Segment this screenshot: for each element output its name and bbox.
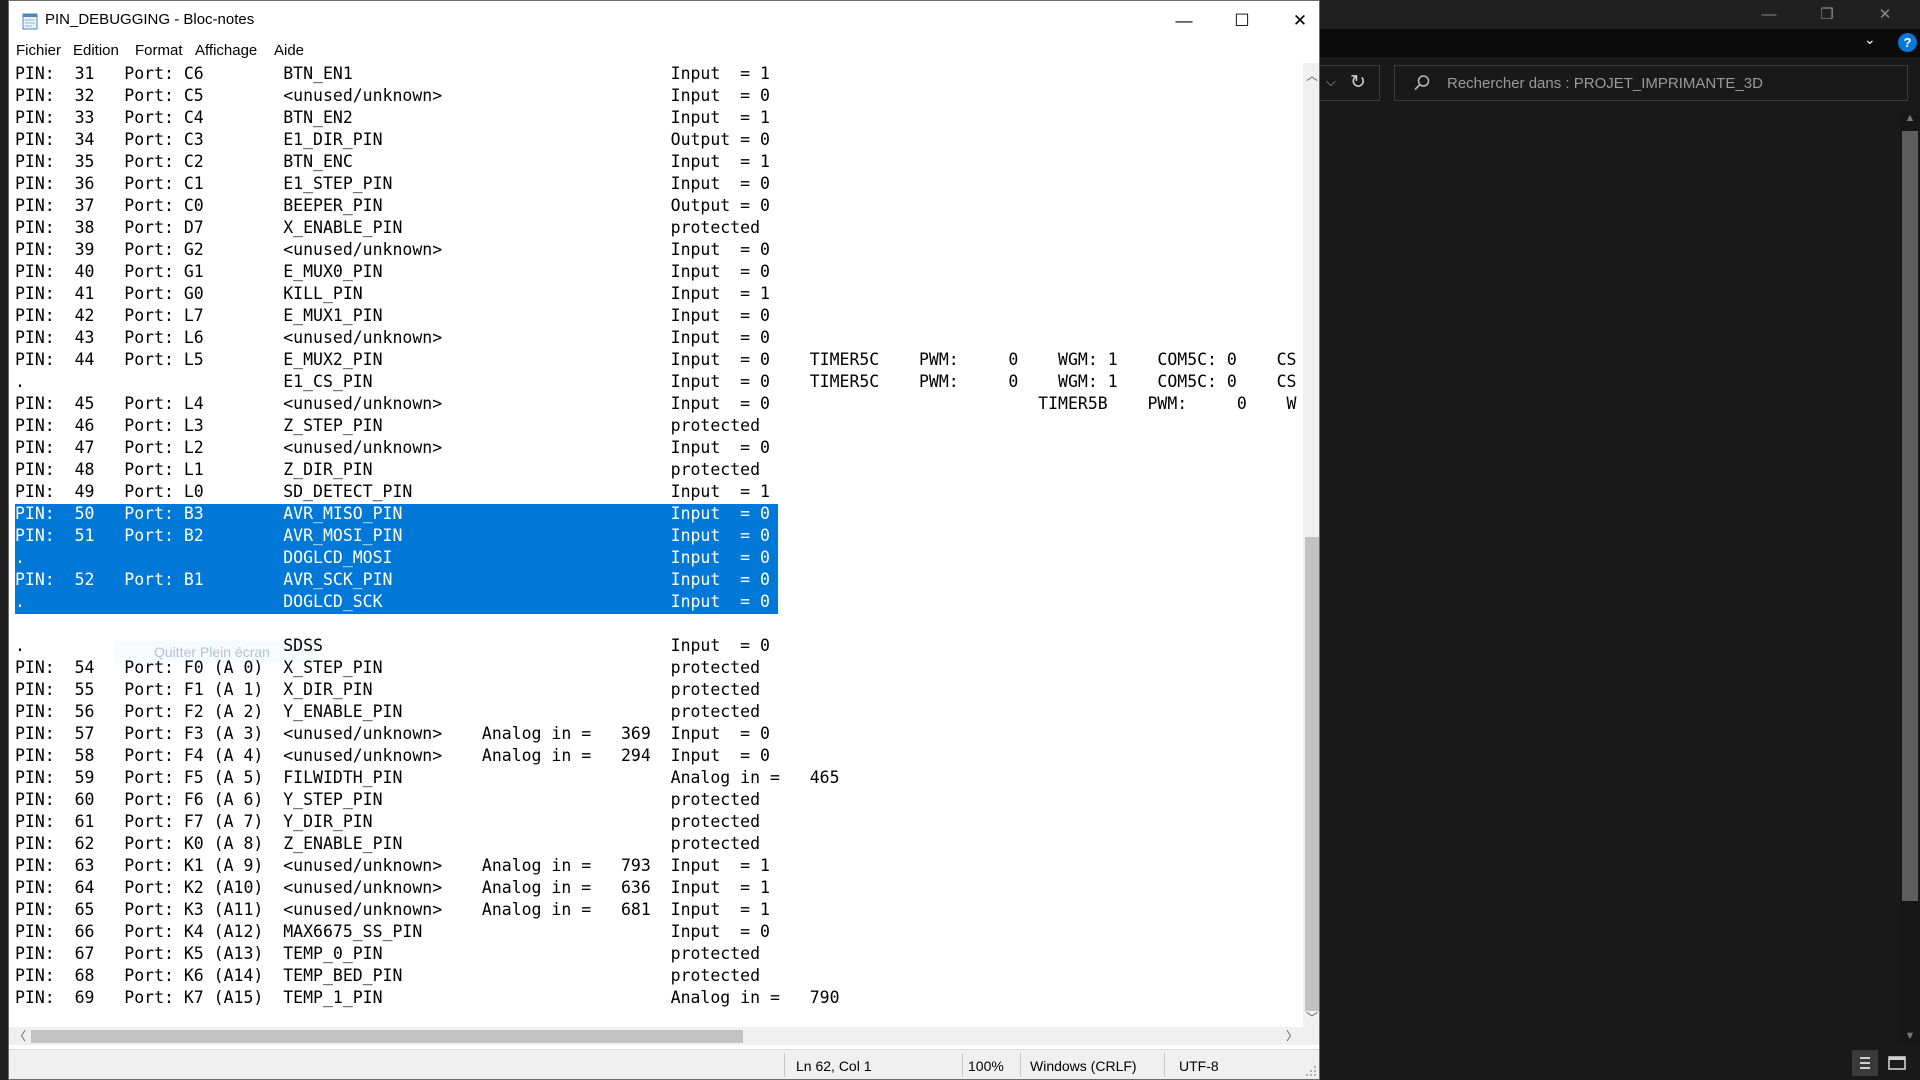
text-line: . E1_CS_PIN Input = 0 TIMER5C PWM: 0 WGM…	[15, 372, 1297, 391]
explorer-close-button[interactable]: ✕	[1856, 0, 1914, 29]
menu-fichier[interactable]: Fichier	[16, 42, 61, 59]
text-line: PIN: 57 Port: F3 (A 3) <unused/unknown> …	[15, 724, 770, 743]
search-icon	[1414, 75, 1430, 91]
text-line: PIN: 34 Port: C3 E1_DIR_PIN Output = 0	[15, 130, 770, 149]
text-line: PIN: 68 Port: K6 (A14) TEMP_BED_PIN prot…	[15, 966, 761, 985]
text-line: . SDSS Input = 0	[15, 636, 770, 655]
explorer-window: — ❐ ✕ ⌄ ? ⌵ ↻ Rechercher dans : PROJET_I…	[1320, 0, 1920, 1080]
status-divider	[784, 1053, 785, 1077]
text-line: PIN: 58 Port: F4 (A 4) <unused/unknown> …	[15, 746, 770, 765]
text-line: PIN: 42 Port: L7 E_MUX1_PIN Input = 0	[15, 306, 770, 325]
search-input[interactable]: Rechercher dans : PROJET_IMPRIMANTE_3D	[1447, 75, 1763, 92]
notepad-app-icon	[22, 13, 38, 30]
notepad-titlebar[interactable]: PIN_DEBUGGING - Bloc-notes — ☐ ✕	[9, 1, 1319, 41]
text-line: PIN: 54 Port: F0 (A 0) X_STEP_PIN protec…	[15, 658, 761, 677]
text-line: PIN: 47 Port: L2 <unused/unknown> Input …	[15, 438, 770, 457]
text-line: PIN: 48 Port: L1 Z_DIR_PIN protected	[15, 460, 761, 479]
text-line: PIN: 46 Port: L3 Z_STEP_PIN protected	[15, 416, 761, 435]
text-line: PIN: 66 Port: K4 (A12) MAX6675_SS_PIN In…	[15, 922, 770, 941]
minimize-button[interactable]: —	[1155, 1, 1213, 41]
horizontal-scroll-thumb[interactable]	[31, 1030, 743, 1043]
scroll-left-icon[interactable]: 〈	[11, 1027, 29, 1045]
explorer-content	[1320, 111, 1920, 1046]
text-line: PIN: 61 Port: F7 (A 7) Y_DIR_PIN protect…	[15, 812, 761, 831]
explorer-minimize-button[interactable]: —	[1740, 0, 1798, 29]
text-line: PIN: 64 Port: K2 (A10) <unused/unknown> …	[15, 878, 770, 897]
cursor-position: Ln 62, Col 1	[796, 1058, 872, 1074]
text-line: PIN: 37 Port: C0 BEEPER_PIN Output = 0	[15, 196, 770, 215]
text-line-selected: PIN: 53 Port: B0 AVR_SS_PIN Input = 0	[15, 614, 770, 633]
scroll-up-icon[interactable]: ︿	[1303, 67, 1319, 84]
status-divider	[1020, 1053, 1021, 1077]
text-line: PIN: 59 Port: F5 (A 5) FILWIDTH_PIN Anal…	[15, 768, 840, 787]
text-line: PIN: 49 Port: L0 SD_DETECT_PIN Input = 1	[15, 482, 770, 501]
vertical-scroll-thumb[interactable]	[1305, 537, 1319, 1011]
text-line: PIN: 60 Port: F6 (A 6) Y_STEP_PIN protec…	[15, 790, 761, 809]
close-button[interactable]: ✕	[1271, 1, 1319, 41]
explorer-scroll-up-icon[interactable]: ▲	[1900, 112, 1920, 124]
text-line: PIN: 63 Port: K1 (A 9) <unused/unknown> …	[15, 856, 770, 875]
details-view-icon[interactable]	[1852, 1050, 1878, 1076]
explorer-statusbar	[1320, 1046, 1920, 1080]
window-title: PIN_DEBUGGING - Bloc-notes	[45, 11, 255, 28]
text-line: PIN: 65 Port: K3 (A11) <unused/unknown> …	[15, 900, 770, 919]
text-line: PIN: 38 Port: D7 X_ENABLE_PIN protected	[15, 218, 761, 237]
text-line: PIN: 35 Port: C2 BTN_ENC Input = 1	[15, 152, 770, 171]
text-line-selected: . DOGLCD_MOSI Input = 0	[15, 548, 770, 567]
text-line: PIN: 40 Port: G1 E_MUX0_PIN Input = 0	[15, 262, 770, 281]
resize-grip-icon[interactable]	[1305, 1065, 1317, 1077]
status-divider	[962, 1053, 963, 1077]
text-line-selected: PIN: 52 Port: B1 AVR_SCK_PIN Input = 0	[15, 570, 770, 589]
text-line-selected: PIN: 51 Port: B2 AVR_MOSI_PIN Input = 0	[15, 526, 770, 545]
text-line: PIN: 44 Port: L5 E_MUX2_PIN Input = 0 TI…	[15, 350, 1297, 369]
large-icons-view-icon[interactable]	[1884, 1050, 1910, 1076]
address-box[interactable]: ⌵ ↻	[1320, 65, 1380, 101]
explorer-scroll-down-icon[interactable]: ▼	[1900, 1030, 1920, 1042]
explorer-titlebar: — ❐ ✕	[1320, 0, 1920, 29]
text-line: PIN: 33 Port: C4 BTN_EN2 Input = 1	[15, 108, 770, 127]
text-line: PIN: 55 Port: F1 (A 1) X_DIR_PIN protect…	[15, 680, 761, 699]
search-box[interactable]: Rechercher dans : PROJET_IMPRIMANTE_3D	[1394, 65, 1908, 101]
text-line-selected: PIN: 50 Port: B3 AVR_MISO_PIN Input = 0	[15, 504, 770, 523]
maximize-button[interactable]: ☐	[1213, 1, 1271, 41]
text-line: PIN: 31 Port: C6 BTN_EN1 Input = 1	[15, 64, 770, 83]
encoding: UTF-8	[1179, 1058, 1219, 1074]
explorer-scroll-thumb[interactable]	[1902, 131, 1918, 901]
line-ending: Windows (CRLF)	[1030, 1058, 1137, 1074]
help-icon[interactable]: ?	[1898, 33, 1917, 52]
text-line: PIN: 45 Port: L4 <unused/unknown> Input …	[15, 394, 1297, 413]
menu-affichage[interactable]: Affichage	[195, 42, 257, 59]
refresh-icon[interactable]: ↻	[1342, 69, 1374, 97]
explorer-ribbon	[1320, 29, 1920, 57]
zoom-level: 100%	[968, 1058, 1004, 1074]
text-editor[interactable]: Quitter Plein écran PIN: 31 Port: C6 BTN…	[9, 63, 1303, 1027]
menu-bar: Fichier Edition Format Affichage Aide	[9, 41, 1319, 63]
text-line: PIN: 39 Port: G2 <unused/unknown> Input …	[15, 240, 770, 259]
menu-aide[interactable]: Aide	[274, 42, 304, 59]
text-line: PIN: 36 Port: C1 E1_STEP_PIN Input = 0	[15, 174, 770, 193]
notepad-window: PIN_DEBUGGING - Bloc-notes — ☐ ✕ Fichier…	[8, 0, 1320, 1080]
text-line: PIN: 41 Port: G0 KILL_PIN Input = 1	[15, 284, 770, 303]
scrollbar-corner	[1303, 1027, 1319, 1045]
text-line: PIN: 67 Port: K5 (A13) TEMP_0_PIN protec…	[15, 944, 761, 963]
explorer-restore-button[interactable]: ❐	[1798, 0, 1856, 29]
scroll-right-icon[interactable]: 〉	[1283, 1027, 1301, 1045]
text-line: PIN: 62 Port: K0 (A 8) Z_ENABLE_PIN prot…	[15, 834, 761, 853]
text-line: PIN: 43 Port: L6 <unused/unknown> Input …	[15, 328, 770, 347]
text-line-selected: . DOGLCD_SCK Input = 0	[15, 592, 770, 611]
chevron-down-icon[interactable]: ⌵	[1326, 74, 1336, 90]
status-divider	[1164, 1053, 1165, 1077]
menu-edition[interactable]: Edition	[73, 42, 119, 59]
scroll-down-icon[interactable]: ﹀	[1303, 1009, 1319, 1026]
text-line: PIN: 32 Port: C5 <unused/unknown> Input …	[15, 86, 770, 105]
text-line: PIN: 69 Port: K7 (A15) TEMP_1_PIN Analog…	[15, 988, 840, 1007]
text-line: PIN: 56 Port: F2 (A 2) Y_ENABLE_PIN prot…	[15, 702, 761, 721]
expand-ribbon-icon[interactable]: ⌄	[1864, 31, 1876, 48]
menu-format[interactable]: Format	[135, 42, 183, 59]
